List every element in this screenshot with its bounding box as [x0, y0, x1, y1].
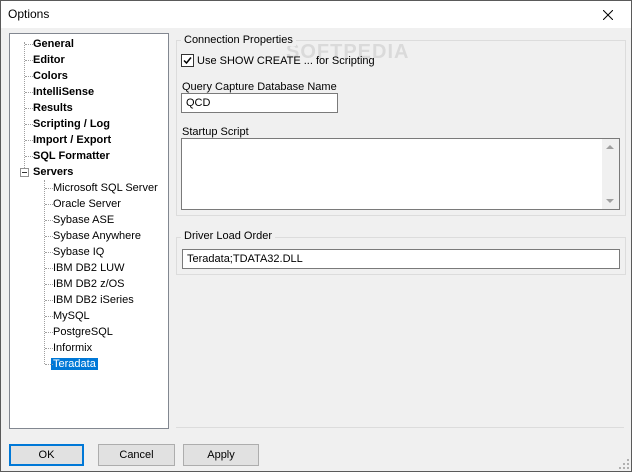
tree-item[interactable]: Oracle Server	[45, 196, 123, 212]
tree-connector	[45, 364, 53, 365]
ok-button[interactable]: OK	[9, 444, 84, 466]
tree-item[interactable]: Sybase Anywhere	[45, 228, 143, 244]
tree-item-label: Sybase Anywhere	[53, 230, 142, 242]
driver-load-order-title: Driver Load Order	[181, 230, 276, 242]
startup-script-label: Startup Script	[182, 126, 249, 138]
tree-connector	[25, 76, 33, 77]
tree-connector	[45, 188, 53, 189]
tree-item-label: Sybase IQ	[53, 246, 105, 258]
tree-item[interactable]: IBM DB2 LUW	[45, 260, 127, 276]
tree-item[interactable]: IBM DB2 iSeries	[45, 292, 136, 308]
tree-item[interactable]: MySQL	[45, 308, 92, 324]
check-icon	[183, 57, 192, 65]
tree-connector	[45, 284, 53, 285]
tree-connector	[45, 300, 53, 301]
tree-item-label: Import / Export	[33, 134, 112, 146]
tree-connector	[25, 44, 33, 45]
tree-item[interactable]: Import / Export	[25, 132, 113, 148]
tree-item[interactable]: Sybase IQ	[45, 244, 106, 260]
tree-item[interactable]: Editor	[25, 52, 67, 68]
startup-script-scrollbar[interactable]	[602, 139, 619, 209]
tree-item-label: General	[33, 38, 74, 50]
close-icon	[603, 9, 613, 20]
tree-item[interactable]: Results	[25, 100, 75, 116]
tree-item-label: Teradata	[51, 358, 98, 370]
tree-connector	[45, 220, 53, 221]
resize-grip-icon[interactable]	[619, 459, 629, 469]
tree-item-label: IBM DB2 LUW	[53, 262, 125, 274]
tree-item[interactable]: Teradata	[45, 356, 98, 372]
tree-item-label: Scripting / Log	[33, 118, 110, 130]
tree-connector	[25, 108, 33, 109]
qcd-label: Query Capture Database Name	[182, 81, 337, 93]
tree-item-label: Servers	[33, 166, 74, 178]
tree-item[interactable]: SQL Formatter	[25, 148, 112, 164]
tree-item[interactable]: General	[25, 36, 76, 52]
options-tree[interactable]: General Editor Colors IntelliSense Results Sc…	[9, 33, 169, 429]
tree-connector	[45, 316, 53, 317]
title-bar: Options	[1, 1, 631, 28]
tree-item-label: IBM DB2 iSeries	[53, 294, 134, 306]
show-create-label: Use SHOW CREATE ... for Scripting	[197, 54, 375, 67]
startup-script-textarea[interactable]	[181, 138, 620, 210]
cancel-button[interactable]: Cancel	[98, 444, 175, 466]
window-title: Options	[8, 7, 50, 21]
tree-item-label: Results	[33, 102, 73, 114]
tree-connector	[25, 92, 33, 93]
tree-item-label: MySQL	[53, 310, 90, 322]
tree-connector	[45, 332, 53, 333]
divider	[176, 427, 624, 428]
tree-connector	[45, 268, 53, 269]
tree-connector	[25, 124, 33, 125]
scroll-up-icon[interactable]	[606, 145, 614, 149]
tree-connector	[45, 204, 53, 205]
tree-item-label: IntelliSense	[33, 86, 95, 98]
tree-connector	[25, 156, 33, 157]
driver-load-order-input[interactable]: Teradata;TDATA32.DLL	[182, 249, 620, 269]
tree-connector	[45, 348, 53, 349]
tree-item-label: IBM DB2 z/OS	[53, 278, 125, 290]
scroll-down-icon[interactable]	[606, 199, 614, 203]
tree-item[interactable]: Sybase ASE	[45, 212, 116, 228]
tree-connector	[25, 140, 33, 141]
tree-connector	[45, 236, 53, 237]
tree-item-label: Colors	[33, 70, 68, 82]
tree-item-label: Microsoft SQL Server	[53, 182, 158, 194]
tree-item[interactable]: Microsoft SQL Server	[45, 180, 160, 196]
tree-connector	[45, 252, 53, 253]
tree-line	[24, 42, 25, 172]
collapse-icon[interactable]	[20, 168, 29, 177]
tree-item-label: Oracle Server	[53, 198, 121, 210]
qcd-input[interactable]: QCD	[181, 93, 338, 113]
tree-item[interactable]: IBM DB2 z/OS	[45, 276, 127, 292]
tree-item[interactable]: Colors	[25, 68, 70, 84]
tree-item-label: PostgreSQL	[53, 326, 113, 338]
tree-line	[44, 180, 45, 364]
tree-connector	[25, 60, 33, 61]
show-create-checkbox-row[interactable]: Use SHOW CREATE ... for Scripting	[181, 54, 375, 67]
tree-item[interactable]: Scripting / Log	[25, 116, 112, 132]
tree-item-label: Editor	[33, 54, 65, 66]
tree-item[interactable]: Servers	[31, 164, 75, 180]
tree-item[interactable]: IntelliSense	[25, 84, 96, 100]
tree-item[interactable]: Informix	[45, 340, 94, 356]
close-button[interactable]	[585, 1, 631, 28]
tree-item-label: Informix	[53, 342, 93, 354]
show-create-checkbox[interactable]	[181, 54, 194, 67]
apply-button[interactable]: Apply	[183, 444, 259, 466]
tree-item[interactable]: PostgreSQL	[45, 324, 115, 340]
options-dialog: Options General Editor Colors IntelliSense R…	[0, 0, 632, 472]
tree-item-label: SQL Formatter	[33, 150, 110, 162]
tree-item-label: Sybase ASE	[53, 214, 115, 226]
connection-properties-title: Connection Properties	[181, 34, 296, 46]
